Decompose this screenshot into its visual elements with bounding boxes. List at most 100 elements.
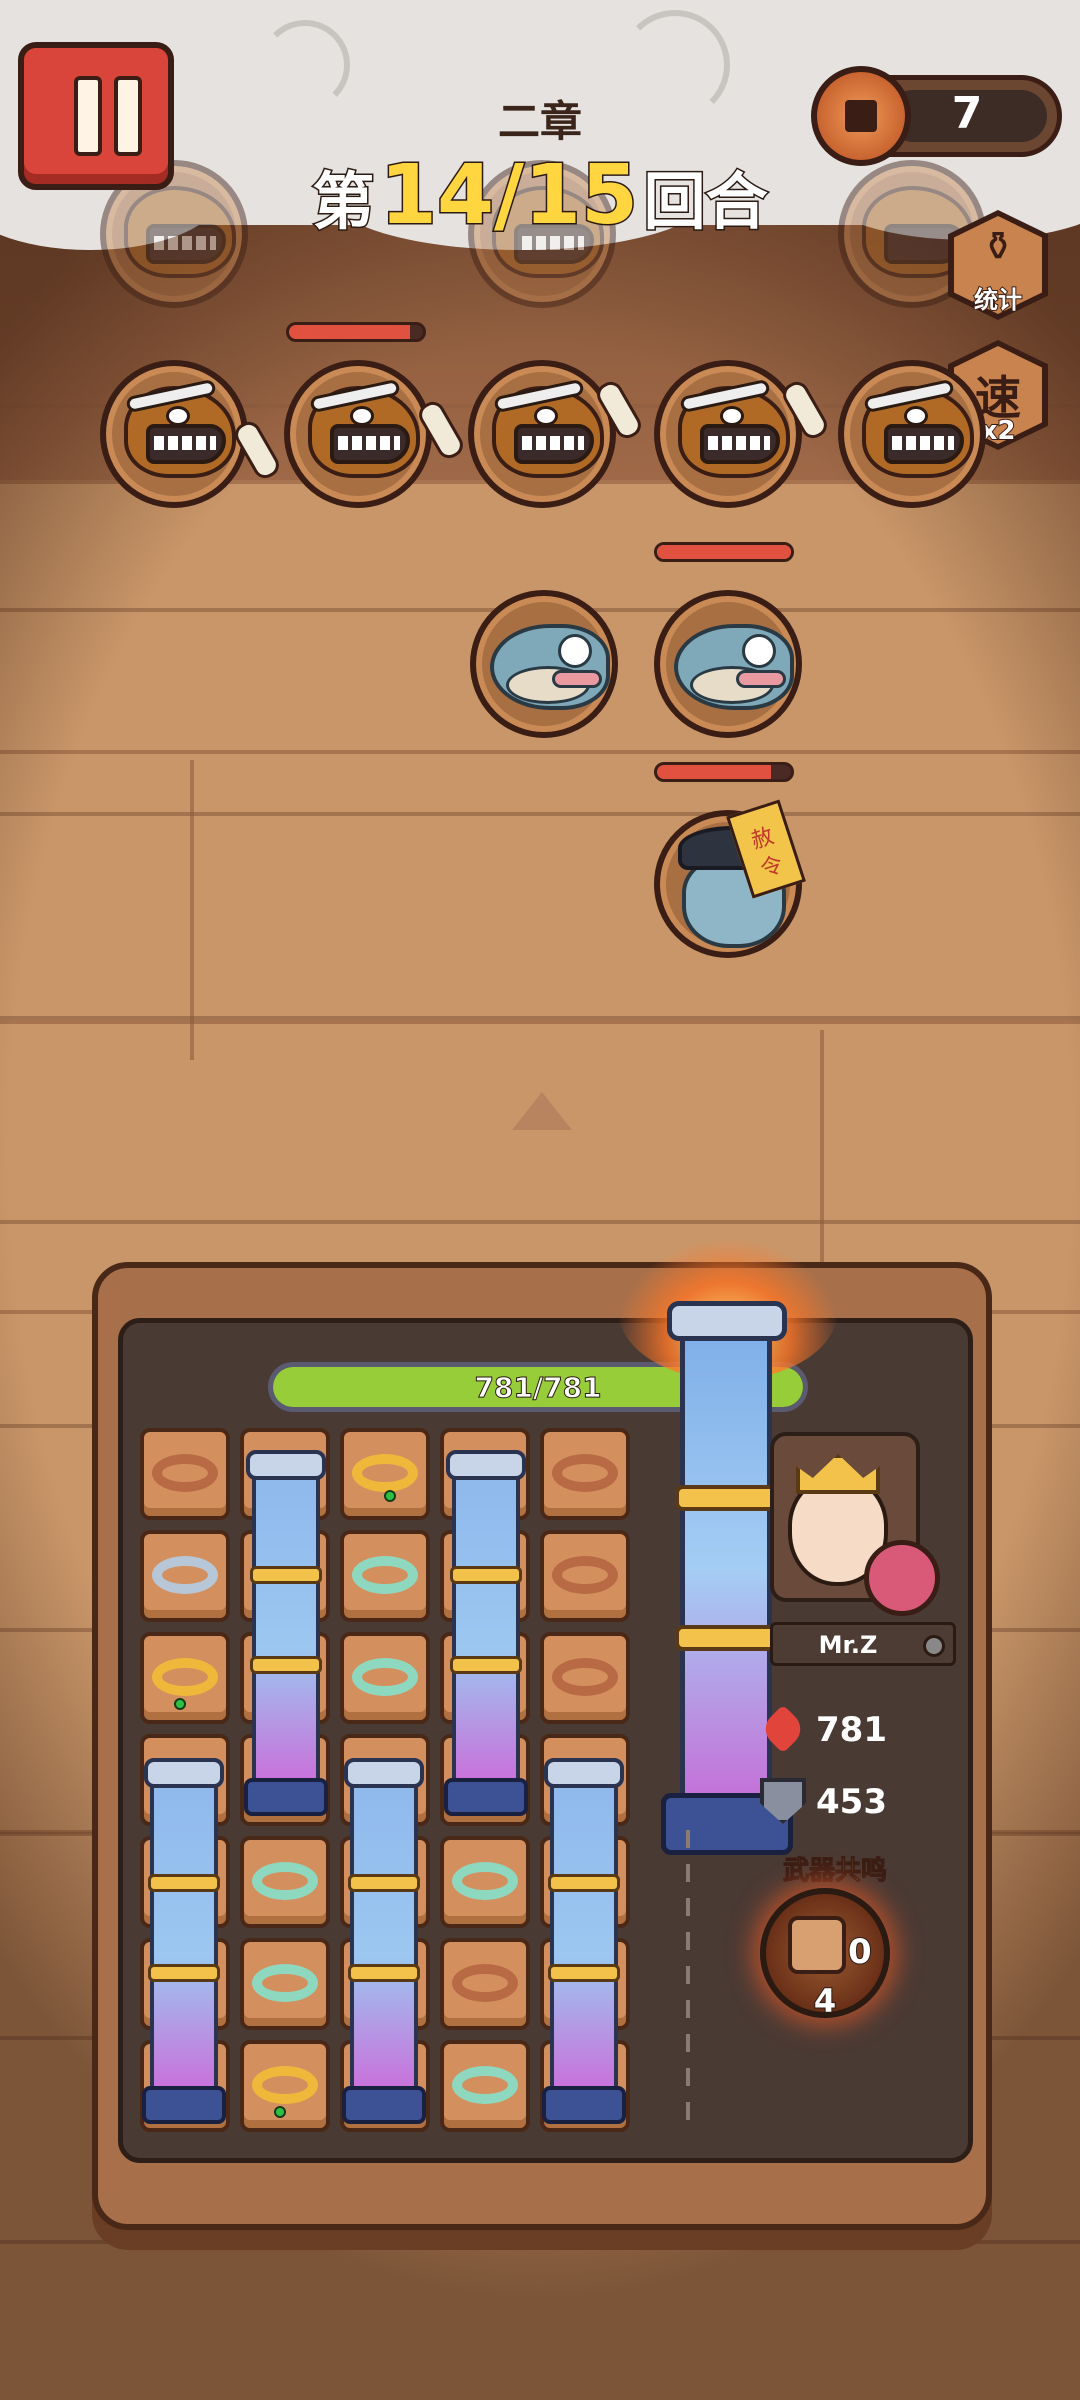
jade-ring-icon — [252, 1862, 318, 1900]
enemy-hp-fill — [657, 545, 791, 559]
inventory-slot[interactable] — [440, 2040, 530, 2132]
hero-crown — [796, 1454, 880, 1494]
catfish-lip — [552, 670, 602, 688]
pillar-cap — [144, 1758, 224, 1788]
advance-indicator-icon — [512, 1092, 572, 1130]
resonance-level: 4 — [813, 1981, 837, 2021]
pillar-weapon[interactable] — [244, 1450, 328, 1816]
enemy-catfish[interactable] — [470, 590, 618, 738]
hyena-teeth — [892, 436, 954, 450]
copper-ring-icon — [552, 1556, 618, 1594]
enemy-catfish[interactable] — [654, 590, 802, 738]
pillar-band — [675, 1485, 779, 1511]
hyena-teeth — [338, 436, 400, 450]
hyena-eye — [166, 406, 190, 426]
enemy-hyena[interactable] — [284, 360, 432, 508]
pillar-band — [148, 1964, 220, 1982]
copper-ring-icon — [452, 1964, 518, 2002]
pillar-band — [348, 1964, 420, 1982]
player-name-plate: Mr.Z — [770, 1622, 956, 1666]
jade-ring-icon — [252, 1964, 318, 2002]
inventory-slot[interactable] — [340, 1632, 430, 1724]
pillar-band — [450, 1656, 522, 1674]
enemy-hyena[interactable] — [838, 360, 986, 508]
hyena-teeth — [708, 436, 770, 450]
gold-ring-icon — [252, 2066, 318, 2104]
inventory-slot[interactable] — [340, 1530, 430, 1622]
gem-icon — [384, 1490, 396, 1502]
player-name: Mr.Z — [818, 1631, 878, 1659]
inventory-slot[interactable] — [540, 1428, 630, 1520]
inventory-slot[interactable] — [440, 1836, 530, 1928]
inventory-slot[interactable] — [240, 2040, 330, 2132]
plank-line — [0, 1020, 1080, 1024]
weapon-resonance-button[interactable]: 0 4 — [760, 1888, 890, 2021]
talisman-char: 令 — [758, 852, 787, 883]
catfish-eye — [742, 634, 776, 668]
screw-icon — [923, 1635, 945, 1657]
gold-ring-icon — [352, 1454, 418, 1492]
pillar-base — [444, 1778, 528, 1816]
plank-line — [0, 750, 1080, 754]
coin-hole — [845, 100, 877, 132]
stats-icon: ⚱ — [981, 224, 1015, 270]
round-total: 15 — [522, 147, 639, 245]
coin-counter: 7 — [811, 66, 1062, 166]
enemy-hp-bar — [286, 322, 426, 342]
round-separator: / — [493, 147, 526, 245]
enemy-hyena[interactable] — [468, 360, 616, 508]
hyena-eye — [350, 406, 374, 426]
plank-seam — [190, 760, 194, 1060]
pillar-base — [244, 1778, 328, 1816]
enemy-hp-bar — [654, 542, 794, 562]
round-counter: 第 14/15 回合 — [0, 147, 1080, 245]
round-suffix: 回合 — [642, 164, 769, 240]
pillar-weapon[interactable] — [444, 1450, 528, 1816]
hyena-eye — [534, 406, 558, 426]
jade-ring-icon — [452, 1862, 518, 1900]
inventory-slot[interactable] — [440, 1938, 530, 2030]
pillar-band — [675, 1625, 779, 1651]
pillar-base — [342, 2086, 426, 2124]
round-prefix: 第 — [311, 164, 376, 240]
jade-ring-icon — [352, 1658, 418, 1696]
defense-stat-value: 453 — [816, 1782, 887, 1822]
enemy-hyena[interactable] — [654, 360, 802, 508]
inventory-slot[interactable] — [140, 1632, 230, 1724]
hyena-eye — [720, 406, 744, 426]
inventory-slot[interactable] — [540, 1530, 630, 1622]
equipped-pillar-weapon[interactable] — [661, 1301, 793, 1855]
hyena-teeth — [522, 436, 584, 450]
hyena-eye — [904, 406, 928, 426]
coin-value: 7 — [951, 88, 983, 139]
jade-ring-icon — [452, 2066, 518, 2104]
pillar-weapon[interactable] — [142, 1758, 226, 2124]
inventory-slot[interactable] — [140, 1428, 230, 1520]
inventory-slot[interactable] — [540, 1632, 630, 1724]
weapon-resonance-title: 武器共鸣 — [782, 1856, 887, 1887]
divider-line — [686, 1830, 690, 2130]
pet-avatar[interactable] — [864, 1540, 940, 1616]
inventory-slot[interactable] — [240, 1836, 330, 1928]
gem-icon — [274, 2106, 286, 2118]
round-current: 14 — [378, 147, 495, 245]
silver-ring-icon — [152, 1556, 218, 1594]
inventory-slot[interactable] — [240, 1938, 330, 2030]
enemy-hyena[interactable] — [100, 360, 248, 508]
pillar-cap — [246, 1450, 326, 1480]
inventory-slot[interactable] — [340, 1428, 430, 1520]
catfish-lip — [736, 670, 786, 688]
coin-icon — [811, 66, 911, 166]
pillar-weapon[interactable] — [542, 1758, 626, 2124]
gold-ring-icon — [152, 1658, 218, 1696]
pillar-weapon[interactable] — [342, 1758, 426, 2124]
pillar-band — [548, 1964, 620, 1982]
pillar-cap — [544, 1758, 624, 1788]
copper-ring-icon — [552, 1454, 618, 1492]
pillar-base — [142, 2086, 226, 2124]
pillar-cap — [667, 1301, 787, 1341]
talisman-char: 赦 — [748, 824, 777, 855]
pillar-band — [348, 1874, 420, 1892]
pillar-cap — [446, 1450, 526, 1480]
inventory-slot[interactable] — [140, 1530, 230, 1622]
